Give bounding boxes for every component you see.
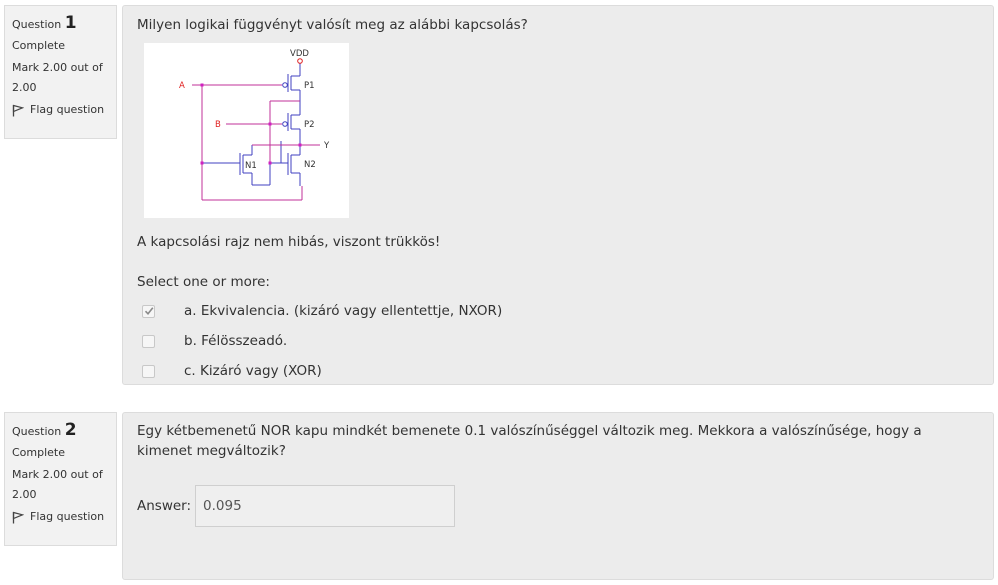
question-2-content: Egy kétbemenetű NOR kapu mindkét bemenet… bbox=[122, 412, 994, 580]
n1-label: N1 bbox=[245, 161, 257, 171]
question-number: 2 bbox=[64, 420, 77, 440]
flag-question-button[interactable]: Flag question bbox=[12, 100, 110, 120]
question-note: A kapcsolási rajz nem hibás, viszont trü… bbox=[137, 234, 441, 250]
p2-label: P2 bbox=[304, 120, 315, 130]
flag-question-label: Flag question bbox=[30, 510, 105, 523]
question-state: Complete bbox=[12, 39, 66, 52]
flag-question-label: Flag question bbox=[30, 103, 105, 116]
output-y-label: Y bbox=[323, 141, 330, 151]
input-a-label: A bbox=[179, 81, 185, 91]
question-number-line: Question 2 bbox=[12, 419, 110, 443]
question-mark: Mark 2.00 out of 2.00 bbox=[12, 468, 103, 501]
flag-question-button[interactable]: Flag question bbox=[12, 507, 110, 527]
answer-options: a. Ekvivalencia. (kizáró vagy ellentettj… bbox=[137, 296, 979, 386]
option-c-label[interactable]: c. Kizáró vagy (XOR) bbox=[184, 363, 322, 379]
checkmark-icon bbox=[144, 307, 153, 316]
flag-icon bbox=[12, 511, 24, 523]
question-1-content: Milyen logikai függvényt valósít meg az … bbox=[122, 5, 994, 385]
flag-icon bbox=[12, 104, 24, 116]
option-b-checkbox[interactable] bbox=[142, 334, 155, 348]
cmos-circuit-diagram: VDD A B Y P1 P2 N1 N2 bbox=[144, 43, 349, 218]
question-prefix: Question bbox=[12, 425, 62, 438]
question-prefix: Question bbox=[12, 18, 62, 31]
answer-option-b[interactable]: b. Félösszeadó. bbox=[137, 326, 979, 356]
question-state: Complete bbox=[12, 446, 66, 459]
answer-option-a[interactable]: a. Ekvivalencia. (kizáró vagy ellentettj… bbox=[137, 296, 979, 326]
answer-option-c[interactable]: c. Kizáró vagy (XOR) bbox=[137, 356, 979, 386]
option-b-label[interactable]: b. Félösszeadó. bbox=[184, 333, 287, 349]
p1-label: P1 bbox=[304, 81, 315, 91]
question-number: 1 bbox=[64, 13, 77, 33]
option-a-label[interactable]: a. Ekvivalencia. (kizáró vagy ellentettj… bbox=[184, 303, 502, 319]
question-text: Milyen logikai függvényt valósít meg az … bbox=[137, 17, 528, 33]
answer-line: Answer: 0.095 bbox=[137, 485, 979, 527]
input-b-label: B bbox=[215, 120, 221, 130]
question-2-info: Question 2 Complete Mark 2.00 out of 2.0… bbox=[4, 412, 117, 546]
question-number-line: Question 1 bbox=[12, 12, 110, 36]
question-1-info: Question 1 Complete Mark 2.00 out of 2.0… bbox=[4, 5, 117, 139]
n2-label: N2 bbox=[304, 160, 316, 170]
option-a-checkbox[interactable] bbox=[142, 304, 155, 318]
question-text: Egy kétbemenetű NOR kapu mindkét bemenet… bbox=[137, 423, 922, 459]
answer-label: Answer: bbox=[137, 498, 192, 514]
answer-input[interactable]: 0.095 bbox=[195, 485, 456, 527]
vdd-label: VDD bbox=[290, 49, 309, 59]
question-mark: Mark 2.00 out of 2.00 bbox=[12, 61, 103, 94]
option-c-checkbox[interactable] bbox=[142, 364, 155, 378]
answer-prompt: Select one or more: bbox=[137, 274, 270, 290]
